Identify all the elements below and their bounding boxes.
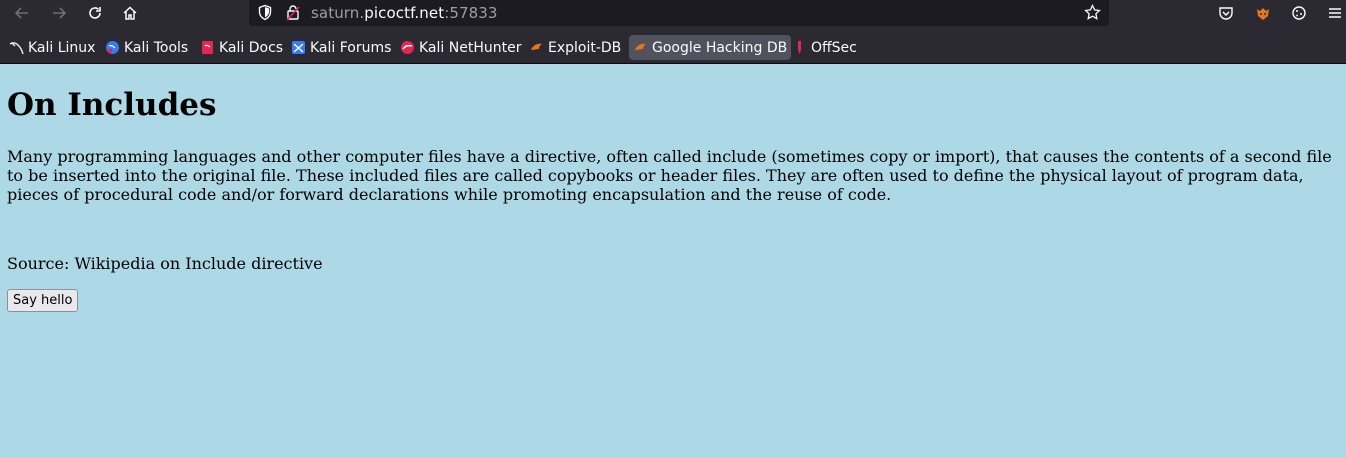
- kali-docs-icon: [202, 41, 213, 54]
- forward-button[interactable]: [47, 2, 71, 24]
- url-bar[interactable]: saturn.picoctf.net:57833: [249, 0, 1109, 26]
- bookmark-offsec[interactable]: OffSec: [788, 35, 861, 60]
- bookmark-label: Kali Docs: [219, 39, 284, 56]
- lock-icon[interactable]: [285, 4, 301, 25]
- url-subdomain: saturn.: [311, 4, 365, 22]
- url-domain: picoctf.net: [364, 4, 445, 22]
- browser-chrome: saturn.picoctf.net:57833 Kali Linux Kali…: [0, 0, 1346, 64]
- reload-button[interactable]: [83, 2, 107, 24]
- shield-icon[interactable]: [257, 4, 273, 25]
- arrow-right-icon: [53, 7, 67, 19]
- bookmark-label: Kali NetHunter: [419, 39, 522, 56]
- page-title: On Includes: [7, 87, 217, 123]
- ghdb-icon: [635, 43, 646, 50]
- fox-extension-icon: [1257, 8, 1269, 20]
- pocket-icon: [1219, 7, 1233, 20]
- bookmark-kali-forums[interactable]: Kali Forums: [287, 35, 395, 60]
- say-hello-button[interactable]: Say hello: [7, 289, 79, 312]
- nethunter-icon: [401, 41, 414, 54]
- hamburger-menu-icon: [1329, 8, 1341, 18]
- kali-forums-icon: [292, 41, 305, 54]
- bookmark-label: Exploit-DB: [548, 39, 622, 56]
- bookmark-kali-docs[interactable]: Kali Docs: [196, 35, 287, 60]
- bookmark-kali-tools[interactable]: Kali Tools: [101, 35, 192, 60]
- bookmark-exploit-db[interactable]: Exploit-DB: [525, 35, 625, 60]
- page-content: On Includes Many programming languages a…: [0, 64, 1346, 458]
- url-port: :57833: [444, 4, 498, 22]
- bookmark-label: Kali Tools: [124, 39, 189, 56]
- kali-dragon-icon: [9, 42, 24, 55]
- reload-icon: [89, 7, 101, 19]
- url-text[interactable]: saturn.picoctf.net:57833: [311, 4, 498, 22]
- navigation-toolbar: saturn.picoctf.net:57833: [0, 0, 1346, 28]
- menu-button[interactable]: [1323, 2, 1346, 24]
- kali-tools-icon: [106, 41, 119, 54]
- intro-paragraph: Many programming languages and other com…: [7, 147, 1332, 204]
- bookmark-label: OffSec: [811, 39, 857, 56]
- source-text: Source: Wikipedia on Include directive: [7, 254, 323, 273]
- arrow-left-icon: [14, 7, 28, 19]
- home-button[interactable]: [118, 2, 142, 24]
- bookmark-kali-nethunter[interactable]: Kali NetHunter: [396, 35, 525, 60]
- pocket-button[interactable]: [1214, 2, 1238, 24]
- bookmarks-toolbar: Kali Linux Kali Tools Kali Docs Kali For…: [0, 34, 1346, 62]
- offsec-icon: [798, 41, 801, 54]
- cookie-icon: [1292, 6, 1306, 20]
- bookmark-label: Google Hacking DB: [652, 39, 788, 56]
- extension-button[interactable]: [1251, 2, 1275, 24]
- bookmark-kali-linux[interactable]: Kali Linux: [5, 35, 99, 60]
- back-button[interactable]: [10, 2, 34, 24]
- star-icon[interactable]: [1084, 3, 1101, 25]
- cookie-button[interactable]: [1287, 2, 1311, 24]
- bookmark-label: Kali Forums: [310, 39, 392, 56]
- bookmark-google-hacking-db[interactable]: Google Hacking DB: [629, 35, 792, 60]
- home-icon: [123, 6, 137, 20]
- exploit-db-icon: [531, 43, 542, 50]
- bookmark-label: Kali Linux: [28, 39, 96, 56]
